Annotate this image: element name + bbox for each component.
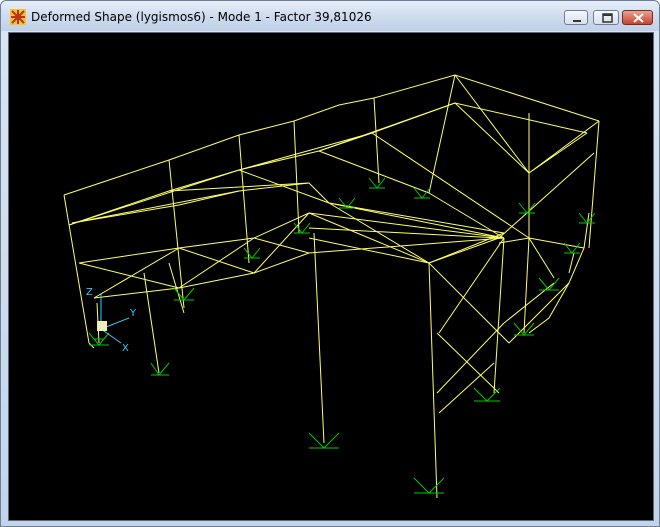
x-axis-label: X [122, 343, 129, 354]
deformed-frame-drawing: Z Y X [63, 74, 600, 499]
window-title: Deformed Shape (lygismos6) - Mode 1 - Fa… [31, 10, 372, 24]
deformed-shape-window: Deformed Shape (lygismos6) - Mode 1 - Fa… [0, 0, 660, 527]
joint-supports [88, 177, 596, 494]
close-button[interactable] [622, 10, 653, 25]
title-bar[interactable]: Deformed Shape (lygismos6) - Mode 1 - Fa… [1, 1, 659, 31]
model-viewport[interactable]: Z Y X [8, 32, 654, 521]
z-axis-label: Z [86, 287, 93, 298]
sap-app-icon [10, 9, 26, 25]
minimize-icon [573, 20, 581, 22]
maximize-button[interactable] [593, 10, 619, 25]
frame-members [63, 74, 600, 499]
maximize-icon [602, 13, 613, 23]
y-axis-label: Y [129, 308, 137, 319]
close-icon [633, 13, 644, 23]
minimize-button[interactable] [564, 10, 588, 25]
axis-triad: Z Y X [86, 287, 137, 354]
